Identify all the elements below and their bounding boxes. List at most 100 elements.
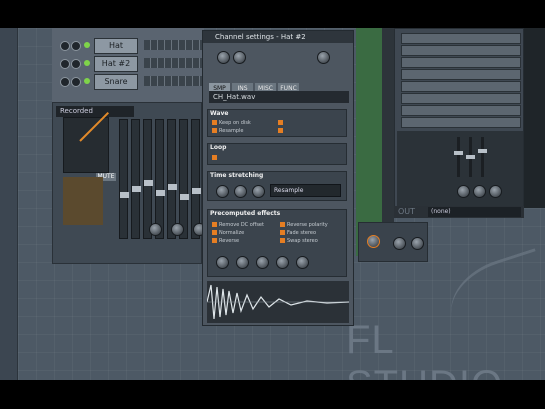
channel-button[interactable]: Hat #2	[94, 56, 138, 72]
effect-slot[interactable]	[401, 117, 521, 128]
channel-row[interactable]: Hat	[56, 38, 202, 54]
channel-settings-window: Channel settings - Hat #2 SMP INS MISC FUNC…	[202, 30, 354, 326]
waveform	[207, 284, 349, 320]
fx-knob[interactable]	[367, 235, 380, 248]
effect-slot[interactable]	[401, 45, 521, 56]
section-title: Loop	[210, 144, 227, 151]
effect-slot[interactable]	[401, 105, 521, 116]
step-pattern[interactable]	[144, 40, 202, 50]
output-bar: OUT (none)	[394, 206, 524, 218]
level-curve	[79, 112, 109, 142]
waveform-display[interactable]	[207, 281, 349, 323]
effect-slot[interactable]	[401, 81, 521, 92]
eq-section	[397, 131, 523, 213]
effect-knob[interactable]	[256, 256, 269, 269]
eq-slider-cap[interactable]	[454, 151, 463, 155]
channel-led[interactable]	[84, 60, 90, 66]
keep-on-disk-option[interactable]: Keep on disk	[212, 120, 251, 126]
volume-knob[interactable]	[71, 77, 81, 87]
eq-slider[interactable]	[478, 137, 487, 177]
pan-knob[interactable]	[60, 77, 70, 87]
pan-knob[interactable]	[60, 41, 70, 51]
step-pattern[interactable]	[144, 76, 202, 86]
fader[interactable]	[191, 119, 201, 239]
loop-section: Loop	[207, 143, 347, 165]
pan-knob[interactable]	[217, 51, 230, 64]
fader-cap[interactable]	[120, 192, 129, 198]
mixer-track-display: MUTE	[63, 112, 116, 181]
fader[interactable]	[155, 119, 165, 239]
fade-stereo-option[interactable]: Fade stereo	[280, 230, 316, 236]
normalize-option[interactable]: Normalize	[212, 230, 244, 236]
letterbox-bottom	[0, 380, 545, 409]
fx-knob[interactable]	[393, 237, 406, 250]
fader[interactable]	[179, 119, 189, 239]
fx-knob[interactable]	[411, 237, 424, 250]
section-title: Precomputed effects	[210, 210, 281, 217]
eq-slider-cap[interactable]	[466, 155, 475, 159]
effect-slot[interactable]	[401, 33, 521, 44]
output-select[interactable]: (none)	[428, 207, 521, 217]
effect-knob[interactable]	[216, 256, 229, 269]
mixer-track-name[interactable]: Recorded	[56, 106, 134, 117]
effect-knob[interactable]	[236, 256, 249, 269]
effects-panel	[394, 28, 524, 218]
volume-knob[interactable]	[71, 59, 81, 69]
eq-slider[interactable]	[466, 137, 475, 177]
left-strip	[0, 28, 18, 380]
fader-cap[interactable]	[132, 186, 141, 192]
wave-toggle[interactable]	[278, 120, 285, 126]
eq-knob[interactable]	[489, 185, 502, 198]
reverse-option[interactable]: Reverse	[212, 238, 239, 244]
multiplier-knob[interactable]	[234, 185, 247, 198]
fader-cap[interactable]	[156, 190, 165, 196]
loop-toggle[interactable]	[212, 155, 219, 161]
channel-button[interactable]: Snare	[94, 74, 138, 90]
fader[interactable]	[167, 119, 177, 239]
volume-knob[interactable]	[233, 51, 246, 64]
swap-stereo-option[interactable]: Swap stereo	[280, 238, 318, 244]
channel-button[interactable]: Hat	[94, 38, 138, 54]
step-pattern[interactable]	[144, 58, 202, 68]
channel-led[interactable]	[84, 42, 90, 48]
send-knob[interactable]	[171, 223, 184, 236]
send-knob[interactable]	[149, 223, 162, 236]
stretch-mode-dropdown[interactable]: Resample	[270, 184, 341, 197]
eq-slider[interactable]	[454, 137, 463, 177]
reverse-polarity-option[interactable]: Reverse polarity	[280, 222, 328, 228]
wave-toggle[interactable]	[278, 128, 285, 134]
channel-led[interactable]	[84, 78, 90, 84]
pitch-knob[interactable]	[216, 185, 229, 198]
fader-cap[interactable]	[180, 194, 189, 200]
pan-knob[interactable]	[60, 59, 70, 69]
fader-cap[interactable]	[144, 180, 153, 186]
time-knob[interactable]	[252, 185, 265, 198]
effect-knob[interactable]	[276, 256, 289, 269]
effect-slot[interactable]	[401, 69, 521, 80]
eq-slider-cap[interactable]	[478, 149, 487, 153]
time-stretching-section: Time stretching Resample	[207, 171, 347, 201]
fader-cap[interactable]	[168, 184, 177, 190]
resample-option[interactable]: Resample	[212, 128, 244, 134]
eq-knob[interactable]	[473, 185, 486, 198]
letterbox-top	[0, 0, 545, 28]
pitch-knob[interactable]	[317, 51, 330, 64]
effect-slot[interactable]	[401, 57, 521, 68]
fader[interactable]	[131, 119, 141, 239]
channel-row[interactable]: Hat #2	[56, 56, 202, 72]
effect-slot[interactable]	[401, 93, 521, 104]
send-knobs	[149, 223, 209, 236]
volume-knob[interactable]	[71, 41, 81, 51]
window-title[interactable]: Channel settings - Hat #2	[203, 31, 353, 43]
channel-row[interactable]: Snare	[56, 74, 202, 90]
fader[interactable]	[119, 119, 129, 239]
sample-file-field[interactable]: CH_Hat.wav	[209, 91, 349, 103]
eq-knob[interactable]	[457, 185, 470, 198]
section-title: Time stretching	[210, 172, 264, 179]
fader[interactable]	[143, 119, 153, 239]
effect-knob[interactable]	[296, 256, 309, 269]
fx-knob-block	[358, 222, 428, 262]
right-scrollbar[interactable]	[524, 28, 545, 208]
fader-cap[interactable]	[192, 188, 201, 194]
remove-dc-offset-option[interactable]: Remove DC offset	[212, 222, 264, 228]
